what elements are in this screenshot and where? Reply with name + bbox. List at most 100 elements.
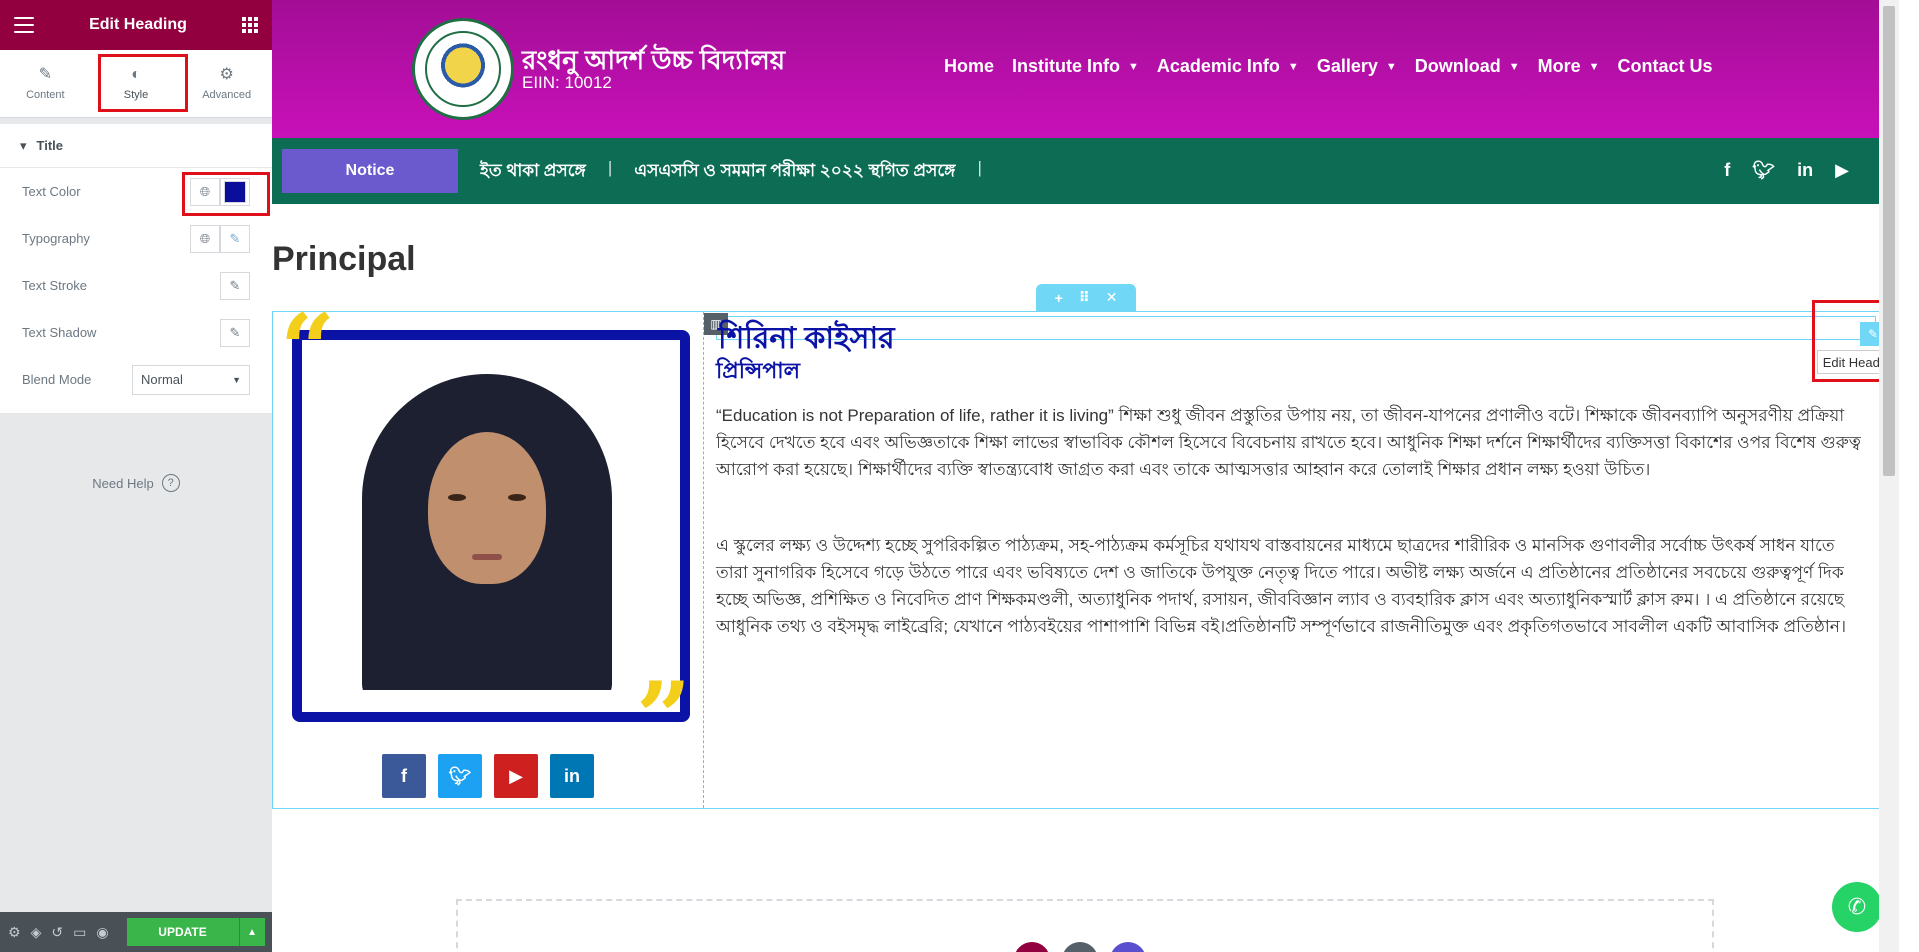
eiin-label: EIIN: 10012 xyxy=(522,73,612,92)
widgets-grid-icon[interactable] xyxy=(242,17,258,33)
tab-content-label: Content xyxy=(26,88,65,101)
linkedin-icon[interactable]: in xyxy=(1797,160,1813,181)
add-section-icon[interactable]: + xyxy=(1055,290,1063,306)
notice-ticker: ইত থাকা প্রসঙ্গে | এসএসসি ও সমমান পরীক্ষ… xyxy=(480,158,982,186)
logo-emblem xyxy=(425,31,501,107)
delete-section-icon[interactable]: ✕ xyxy=(1106,289,1118,306)
linkedin-icon[interactable]: in xyxy=(550,754,594,798)
panel-footer: ⚙ ◈ ↺ ▭ ◉ UPDATE ▲ xyxy=(0,912,272,952)
section-title-label: Title xyxy=(36,138,64,153)
nav-academic-info-label: Academic Info xyxy=(1156,56,1280,76)
control-typography: Typography 🌐︎ ✎ xyxy=(0,215,272,262)
help-icon: ? xyxy=(161,474,180,492)
profile-social-links: f 🐦︎ ▶ in xyxy=(382,754,594,798)
need-help-link[interactable]: Need Help ? xyxy=(0,474,272,492)
text-stroke-label: Text Stroke xyxy=(22,278,88,293)
hamburger-menu-icon[interactable] xyxy=(14,17,34,33)
text-color-highlight xyxy=(182,172,270,216)
twitter-icon[interactable]: 🐦︎ xyxy=(438,754,482,798)
section-title-toggle[interactable]: ▾ Title xyxy=(0,124,272,168)
update-button[interactable]: UPDATE xyxy=(126,918,239,946)
history-icon[interactable]: ↺ xyxy=(51,924,63,941)
nav-institute-info-label: Institute Info xyxy=(1012,56,1120,76)
gear-icon: ⚙ xyxy=(219,65,234,83)
notice-button[interactable]: Notice xyxy=(282,149,458,193)
panel-header: Edit Heading xyxy=(0,0,272,50)
ticker-item[interactable]: ইত থাকা প্রসঙ্গে xyxy=(480,158,586,186)
style-tab-highlight xyxy=(98,54,188,112)
add-template-button[interactable] xyxy=(1062,942,1098,952)
drag-handle-icon[interactable]: ⠿ xyxy=(1079,289,1090,306)
add-section-buttons xyxy=(1014,942,1146,952)
main-nav: Home Institute Info ▼ Academic Info ▼ Gall… xyxy=(944,56,1713,77)
ticker-separator: | xyxy=(607,158,613,177)
header-social-links: f 🐦︎ in ▶ xyxy=(1724,160,1849,181)
layers-icon[interactable]: ◈ xyxy=(31,924,42,941)
update-options-button[interactable]: ▲ xyxy=(238,918,265,946)
tab-advanced[interactable]: ⚙ Advanced xyxy=(181,50,272,117)
blend-mode-value: Normal xyxy=(141,372,183,387)
caret-down-icon: ▼ xyxy=(1588,60,1600,73)
principal-photo xyxy=(322,368,652,690)
facebook-icon[interactable]: f xyxy=(1724,160,1730,181)
need-help-label: Need Help xyxy=(92,475,154,491)
caret-down-icon: ▼ xyxy=(1385,60,1397,73)
control-text-stroke: Text Stroke ✎ xyxy=(0,262,272,309)
blend-mode-label: Blend Mode xyxy=(22,372,92,387)
principal-designation[interactable]: প্রিন্সিপাল xyxy=(716,354,800,391)
nav-gallery-label: Gallery xyxy=(1316,56,1378,76)
pencil-icon: ✎ xyxy=(229,324,241,340)
school-logo[interactable] xyxy=(412,18,514,120)
settings-icon[interactable]: ⚙ xyxy=(8,924,21,941)
edit-typography-button[interactable]: ✎ xyxy=(220,224,250,253)
global-icon[interactable]: 🌐︎ xyxy=(190,224,220,253)
caret-down-icon: ▼ xyxy=(1128,60,1139,73)
nav-more-label: More xyxy=(1537,56,1581,76)
edit-text-stroke-button[interactable]: ✎ xyxy=(220,271,250,300)
tab-advanced-label: Advanced xyxy=(202,88,252,101)
section-handle: + ⠿ ✕ xyxy=(1036,284,1136,311)
control-text-shadow: Text Shadow ✎ xyxy=(0,309,272,356)
tab-content[interactable]: ✎ Content xyxy=(0,50,91,117)
youtube-icon[interactable]: ▶ xyxy=(1835,160,1849,181)
panel-title: Edit Heading xyxy=(89,16,187,33)
scrollbar-thumb[interactable] xyxy=(1883,6,1895,476)
notice-bar: Notice ইত থাকা প্রসঙ্গে | এসএসসি ও সমমান… xyxy=(272,138,1879,204)
control-blend-mode: Blend Mode Normal ▼ xyxy=(0,356,272,403)
page-heading: Principal xyxy=(272,240,416,278)
pencil-icon: ✎ xyxy=(229,277,241,293)
nav-academic-info[interactable]: Academic Info ▼ xyxy=(1157,56,1299,77)
page-scrollbar[interactable] xyxy=(1879,0,1899,952)
nav-gallery[interactable]: Gallery ▼ xyxy=(1317,56,1397,77)
ticker-separator: | xyxy=(977,158,982,177)
text-shadow-label: Text Shadow xyxy=(22,325,97,340)
nav-contact-us[interactable]: Contact Us xyxy=(1618,56,1713,77)
facebook-icon[interactable]: f xyxy=(382,754,426,798)
preview-eye-icon[interactable]: ◉ xyxy=(96,924,108,941)
nav-contact-us-label: Contact Us xyxy=(1617,56,1713,76)
whatsapp-chat-icon[interactable]: ✆ xyxy=(1832,882,1882,932)
ticker-item[interactable]: এসএসসি ও সমমান পরীক্ষা ২০২২ স্থগিত প্রসঙ… xyxy=(634,158,955,186)
add-kit-button[interactable] xyxy=(1110,942,1146,952)
school-mission-paragraph[interactable]: এ স্কুলের লক্ষ্য ও উদ্দেশ্য হচ্ছে সুপরিক… xyxy=(716,532,1868,640)
caret-down-icon: ▼ xyxy=(1508,60,1520,73)
nav-home[interactable]: Home xyxy=(944,56,994,77)
nav-more[interactable]: More ▼ xyxy=(1538,56,1600,77)
typography-label: Typography xyxy=(22,231,90,246)
youtube-icon[interactable]: ▶ xyxy=(494,754,538,798)
pencil-icon: ✎ xyxy=(38,65,53,83)
edit-text-shadow-button[interactable]: ✎ xyxy=(220,318,250,347)
twitter-icon[interactable]: 🐦︎ xyxy=(1752,160,1775,181)
responsive-icon[interactable]: ▭ xyxy=(73,924,86,941)
editor-panel: Edit Heading ✎ Content ◐ Style ⚙ Advance… xyxy=(0,0,272,952)
column-divider xyxy=(703,312,704,808)
add-section-button[interactable] xyxy=(1014,942,1050,952)
nav-institute-info[interactable]: Institute Info ▼ xyxy=(1012,56,1139,77)
site-preview: রংধনু আদর্শ উচ্চ বিদ্যালয় EIIN: 10012 H… xyxy=(272,0,1899,952)
blend-mode-select[interactable]: Normal ▼ xyxy=(132,364,250,395)
principal-message-paragraph[interactable]: “Education is not Preparation of life, r… xyxy=(716,402,1868,483)
caret-down-icon: ▼ xyxy=(1287,60,1299,73)
nav-download[interactable]: Download ▼ xyxy=(1415,56,1520,77)
nav-home-label: Home xyxy=(944,56,995,76)
site-header: রংধনু আদর্শ উচ্চ বিদ্যালয় EIIN: 10012 H… xyxy=(272,0,1879,138)
